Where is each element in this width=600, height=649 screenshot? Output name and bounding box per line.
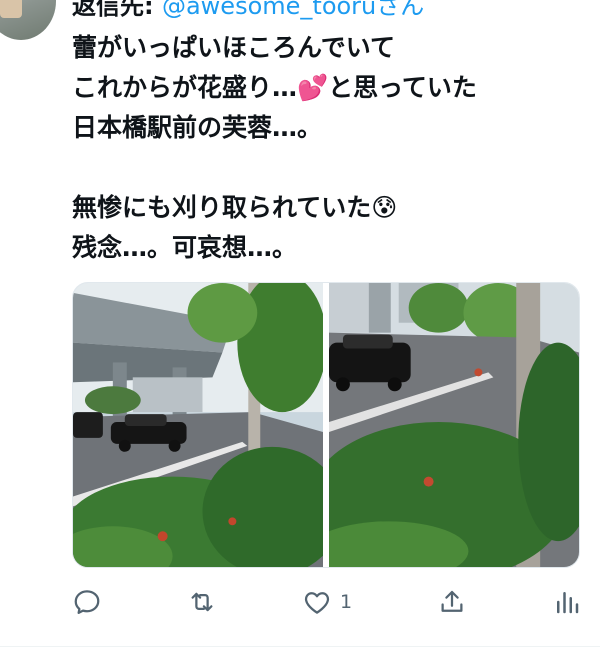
analytics-icon — [556, 592, 579, 614]
photo-left[interactable] — [73, 283, 323, 567]
reply-to-line: 返信先: @awesome_tooruさん — [72, 0, 424, 20]
share-button[interactable] — [437, 582, 467, 622]
reply-handle-link[interactable]: @awesome_tooruさん — [162, 0, 424, 20]
tweet-line: 無惨にも刈り取られていた😰 — [72, 193, 398, 222]
divider — [0, 646, 600, 647]
like-button[interactable]: 1 — [302, 582, 352, 622]
tweet-actions: 1 — [72, 582, 582, 622]
reply-button[interactable] — [72, 582, 102, 622]
tweet-text: 蕾がいっぱいほころんでいて これからが花盛り…💕と思っていた 日本橋駅前の芙蓉…… — [72, 28, 582, 268]
tweet-line: これからが花盛り…💕と思っていた — [72, 73, 477, 102]
retweet-icon — [191, 592, 213, 612]
retweet-button[interactable] — [187, 582, 217, 622]
photo-street-taxi-right-icon — [329, 283, 579, 567]
like-count: 1 — [339, 591, 353, 613]
reply-icon — [74, 590, 100, 614]
share-icon — [441, 590, 463, 612]
tweet-line: 日本橋駅前の芙蓉…。 — [72, 113, 323, 142]
views-button[interactable] — [552, 582, 582, 622]
avatar[interactable] — [0, 0, 56, 40]
reply-prefix: 返信先: — [72, 0, 154, 20]
tweet-line: 蕾がいっぱいほころんでいて — [72, 33, 396, 62]
heart-icon — [304, 592, 330, 614]
photo-right[interactable] — [329, 283, 579, 567]
tweet-media — [72, 282, 580, 568]
tweet-line: 残念…。可哀想…。 — [72, 233, 298, 262]
photo-street-taxi-left-icon — [73, 283, 323, 567]
